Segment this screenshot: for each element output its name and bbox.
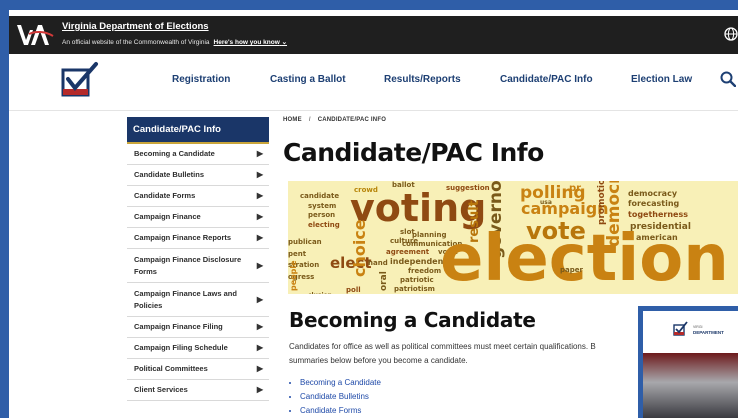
wordcloud-word: poll (346, 286, 361, 294)
sidebar-item-client-services[interactable]: Client Services ▶ (127, 380, 269, 401)
sidebar-item-label: Campaign Finance Disclosure Forms (134, 254, 242, 276)
wordcloud-word: pent (288, 250, 307, 258)
caret-right-icon: ▶ (256, 343, 263, 352)
sidebar-item-campaign-filing-schedule[interactable]: Campaign Filing Schedule ▶ (127, 338, 269, 359)
virginia-logo-icon[interactable] (15, 22, 55, 48)
wordcloud-word: choice (350, 219, 369, 277)
wordcloud-word: freedom (408, 267, 442, 275)
election-wordcloud-image: candidate system person elect electing crowd b… (288, 181, 738, 294)
preview-overlay-content: VIRGI DEPARTMENT (643, 311, 738, 418)
link-candidate-bulletins[interactable]: Candidate Bulletins (300, 390, 381, 404)
sidebar-item-label: Candidate Bulletins (134, 170, 205, 179)
section-title: Becoming a Candidate (289, 308, 536, 332)
wordcloud-word: electing (308, 221, 340, 229)
sidebar-item-campaign-finance[interactable]: Campaign Finance ▶ (127, 207, 269, 228)
caret-right-icon: ▶ (256, 212, 263, 221)
overlay-caption: DEPARTMENT (693, 330, 724, 335)
section-description: Candidates for office as well as politic… (289, 342, 596, 365)
overlay-photo (643, 353, 738, 418)
wordcloud-word: promotion (597, 181, 607, 225)
elections-logo-icon[interactable] (60, 61, 102, 99)
wordcloud-word: patriotism (394, 285, 435, 293)
nav-election-law[interactable]: Election Law (631, 74, 692, 85)
preview-overlay[interactable]: VIRGI DEPARTMENT (638, 306, 738, 418)
sidebar-item-campaign-finance-filing[interactable]: Campaign Finance Filing ▶ (127, 317, 269, 338)
wordcloud-word: togetherness (628, 210, 689, 219)
caret-right-icon: ▶ (256, 364, 263, 373)
nav-registration[interactable]: Registration (172, 74, 230, 85)
wordcloud-word: publican (288, 238, 322, 246)
wordcloud-word: clusion (308, 293, 332, 295)
caret-right-icon: ▶ (256, 294, 263, 304)
caret-right-icon: ▶ (256, 260, 263, 270)
globe-icon[interactable] (724, 27, 738, 41)
caret-right-icon: ▶ (256, 170, 263, 179)
sidebar-item-label: Political Committees (134, 364, 208, 373)
sidebar-item-candidate-forms[interactable]: Candidate Forms ▶ (127, 186, 269, 207)
link-candidate-forms[interactable]: Candidate Forms (300, 404, 381, 418)
banner-subtitle-text: An official website of the Commonwealth … (62, 39, 210, 46)
heres-how-label: Here's how you know (213, 39, 280, 46)
section-links: Becoming a Candidate Candidate Bulletins… (289, 376, 381, 418)
elections-logo-small-icon (673, 321, 688, 336)
sidebar-item-label: Campaign Finance Filing (134, 322, 223, 331)
sidebar-item-campaign-finance-reports[interactable]: Campaign Finance Reports ▶ (127, 228, 269, 249)
wordcloud-word: forecasting (628, 199, 680, 208)
overlay-caption-small: VIRGI (693, 325, 703, 329)
sidebar-item-label: Campaign Finance Laws and Policies (134, 288, 237, 310)
chevron-down-icon: ⌄ (281, 39, 288, 46)
wordcloud-word: patriotic (400, 276, 434, 284)
sidebar-item-label: Becoming a Candidate (134, 149, 215, 158)
sidebar-item-label: Campaign Finance (134, 212, 201, 221)
site-header: Registration Casting a Ballot Results/Re… (9, 54, 738, 111)
sidebar-item-political-committees[interactable]: Political Committees ▶ (127, 359, 269, 380)
breadcrumb-separator: / (308, 117, 311, 123)
banner-title-link[interactable]: Virginia Department of Elections (62, 21, 209, 32)
sidebar-nav: Candidate/PAC Info Becoming a Candidate ▶… (127, 117, 269, 401)
caret-right-icon: ▶ (256, 385, 263, 394)
wordcloud-word: result (467, 200, 482, 243)
caret-right-icon: ▶ (256, 233, 263, 242)
sidebar-item-label: Candidate Forms (134, 191, 196, 200)
sidebar-item-campaign-finance-laws-and-policies[interactable]: Campaign Finance Laws and Policies ▶ (127, 283, 269, 317)
breadcrumb-home-link[interactable]: HOME (283, 117, 302, 123)
breadcrumb-current: CANDIDATE/PAC INFO (317, 117, 387, 123)
sidebar-item-label: Client Services (134, 385, 188, 394)
heres-how-you-know-link[interactable]: Here's how you know ⌄ (214, 39, 287, 46)
wordcloud-word: pr (569, 183, 582, 194)
breadcrumb: HOME / CANDIDATE/PAC INFO (283, 117, 386, 123)
banner-subtitle: An official website of the Commonwealth … (62, 38, 287, 46)
wordcloud-word: democratic (604, 181, 624, 247)
wordcloud-word: hand (368, 259, 388, 267)
link-becoming-a-candidate[interactable]: Becoming a Candidate (300, 376, 381, 390)
sidebar-item-campaign-finance-disclosure-forms[interactable]: Campaign Finance Disclosure Forms ▶ (127, 249, 269, 283)
sidebar-item-becoming-a-candidate[interactable]: Becoming a Candidate ▶ (127, 144, 269, 165)
wordcloud-word: system (308, 202, 337, 210)
wordcloud-word: paper (560, 266, 583, 274)
search-icon[interactable] (720, 71, 736, 87)
caret-right-icon: ▶ (256, 322, 263, 331)
nav-candidate-pac-info[interactable]: Candidate/PAC Info (500, 74, 593, 85)
page-title: Candidate/PAC Info (283, 138, 544, 167)
wordcloud-word: election (440, 222, 729, 294)
wordcloud-word: campaign (521, 199, 609, 218)
wordcloud-word: person (308, 211, 336, 219)
sidebar-header[interactable]: Candidate/PAC Info (127, 117, 269, 144)
sidebar-item-candidate-bulletins[interactable]: Candidate Bulletins ▶ (127, 165, 269, 186)
wordcloud-word: oral (379, 271, 389, 291)
sidebar-item-label: Campaign Filing Schedule (134, 343, 228, 352)
wordcloud-word: democracy (628, 189, 678, 198)
nav-results-reports[interactable]: Results/Reports (384, 74, 461, 85)
browser-viewport: Virginia Department of Elections An offi… (9, 10, 738, 418)
caret-right-icon: ▶ (256, 149, 263, 158)
wordcloud-word: candidate (300, 192, 340, 200)
wordcloud-word: agreement (386, 248, 430, 256)
wordcloud-word: people (289, 260, 298, 291)
nav-casting-a-ballot[interactable]: Casting a Ballot (270, 74, 346, 85)
sidebar-item-label: Campaign Finance Reports (134, 233, 232, 242)
official-banner: Virginia Department of Elections An offi… (9, 16, 738, 54)
caret-right-icon: ▶ (256, 191, 263, 200)
